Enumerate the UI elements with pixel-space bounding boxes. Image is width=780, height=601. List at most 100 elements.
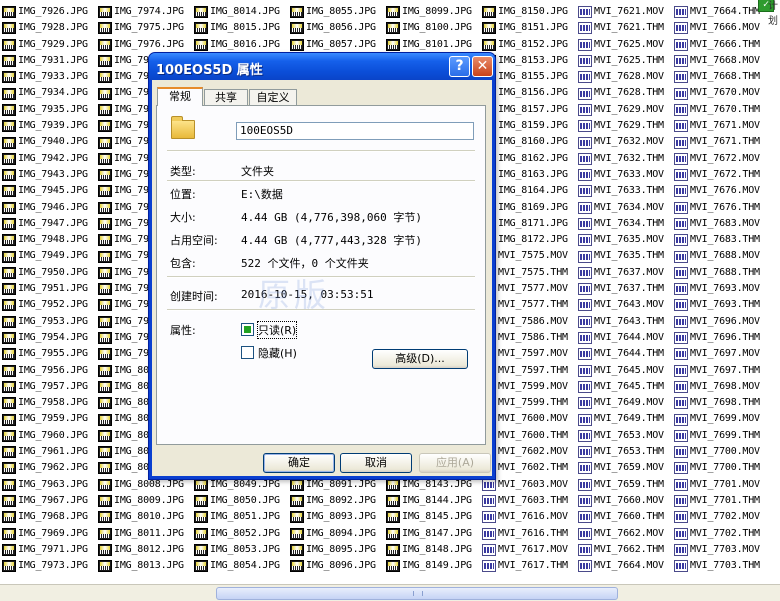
file-item[interactable]: IMG_8011.JPG: [98, 526, 194, 542]
file-item[interactable]: MVI_7659.MOV: [578, 460, 674, 476]
file-item[interactable]: MVI_7617.MOV: [482, 542, 578, 558]
file-item[interactable]: MVI_7635.MOV: [578, 232, 674, 248]
file-item[interactable]: MVI_7649.THM: [578, 411, 674, 427]
file-item[interactable]: MVI_7683.MOV: [674, 216, 770, 232]
file-item[interactable]: IMG_7976.JPG: [98, 37, 194, 53]
file-item[interactable]: IMG_8092.JPG: [290, 493, 386, 509]
file-item[interactable]: MVI_7625.THM: [578, 53, 674, 69]
file-item[interactable]: IMG_7955.JPG: [2, 346, 98, 362]
file-item[interactable]: MVI_7668.THM: [674, 69, 770, 85]
file-item[interactable]: MVI_7637.MOV: [578, 265, 674, 281]
hidden-checkbox[interactable]: [241, 346, 254, 359]
file-item[interactable]: MVI_7602.MOV: [482, 444, 578, 460]
file-item[interactable]: MVI_7660.MOV: [578, 493, 674, 509]
readonly-checkbox[interactable]: [241, 323, 254, 336]
file-item[interactable]: MVI_7599.THM: [482, 395, 578, 411]
file-item[interactable]: IMG_8057.JPG: [290, 37, 386, 53]
file-item[interactable]: MVI_7628.THM: [578, 85, 674, 101]
file-item[interactable]: IMG_7933.JPG: [2, 69, 98, 85]
file-item[interactable]: MVI_7603.MOV: [482, 477, 578, 493]
file-item[interactable]: IMG_7953.JPG: [2, 314, 98, 330]
file-item[interactable]: IMG_8100.JPG: [386, 20, 482, 36]
file-item[interactable]: MVI_7701.THM: [674, 493, 770, 509]
file-item[interactable]: MVI_7625.MOV: [578, 37, 674, 53]
file-item[interactable]: MVI_7602.THM: [482, 460, 578, 476]
file-item[interactable]: IMG_8056.JPG: [290, 20, 386, 36]
file-item[interactable]: IMG_8163.JPG: [482, 167, 578, 183]
file-item[interactable]: MVI_7696.MOV: [674, 314, 770, 330]
file-item[interactable]: MVI_7577.THM: [482, 297, 578, 313]
file-item[interactable]: MVI_7616.THM: [482, 526, 578, 542]
file-item[interactable]: MVI_7698.MOV: [674, 379, 770, 395]
file-item[interactable]: IMG_7948.JPG: [2, 232, 98, 248]
file-item[interactable]: IMG_8010.JPG: [98, 509, 194, 525]
file-item[interactable]: MVI_7629.MOV: [578, 102, 674, 118]
file-item[interactable]: IMG_8099.JPG: [386, 4, 482, 20]
file-item[interactable]: IMG_7974.JPG: [98, 4, 194, 20]
file-item[interactable]: IMG_8172.JPG: [482, 232, 578, 248]
file-item[interactable]: IMG_8145.JPG: [386, 509, 482, 525]
file-item[interactable]: MVI_7693.MOV: [674, 281, 770, 297]
file-item[interactable]: IMG_7942.JPG: [2, 151, 98, 167]
file-item[interactable]: IMG_8055.JPG: [290, 4, 386, 20]
file-item[interactable]: IMG_7961.JPG: [2, 444, 98, 460]
file-item[interactable]: IMG_7969.JPG: [2, 526, 98, 542]
file-item[interactable]: IMG_7952.JPG: [2, 297, 98, 313]
file-item[interactable]: IMG_7939.JPG: [2, 118, 98, 134]
file-item[interactable]: IMG_8095.JPG: [290, 542, 386, 558]
file-item[interactable]: MVI_7621.MOV: [578, 4, 674, 20]
file-item[interactable]: IMG_8171.JPG: [482, 216, 578, 232]
apply-button[interactable]: 应用(A): [419, 453, 491, 473]
file-item[interactable]: IMG_7940.JPG: [2, 134, 98, 150]
file-item[interactable]: MVI_7698.THM: [674, 395, 770, 411]
file-item[interactable]: IMG_7945.JPG: [2, 183, 98, 199]
cancel-button[interactable]: 取消: [340, 453, 412, 473]
file-item[interactable]: MVI_7628.MOV: [578, 69, 674, 85]
file-item[interactable]: MVI_7586.MOV: [482, 314, 578, 330]
file-item[interactable]: MVI_7597.THM: [482, 363, 578, 379]
file-item[interactable]: MVI_7662.MOV: [578, 526, 674, 542]
file-item[interactable]: IMG_7950.JPG: [2, 265, 98, 281]
file-item[interactable]: IMG_8147.JPG: [386, 526, 482, 542]
file-item[interactable]: MVI_7664.MOV: [578, 558, 674, 574]
file-item[interactable]: IMG_8164.JPG: [482, 183, 578, 199]
file-item[interactable]: MVI_7600.THM: [482, 428, 578, 444]
file-item[interactable]: MVI_7696.THM: [674, 330, 770, 346]
file-item[interactable]: IMG_7928.JPG: [2, 20, 98, 36]
tab-custom[interactable]: 自定义: [249, 89, 297, 105]
file-item[interactable]: IMG_7943.JPG: [2, 167, 98, 183]
file-item[interactable]: MVI_7632.MOV: [578, 134, 674, 150]
file-item[interactable]: MVI_7577.MOV: [482, 281, 578, 297]
file-item[interactable]: IMG_8101.JPG: [386, 37, 482, 53]
file-item[interactable]: IMG_7962.JPG: [2, 460, 98, 476]
file-item[interactable]: MVI_7688.MOV: [674, 248, 770, 264]
file-item[interactable]: IMG_8156.JPG: [482, 85, 578, 101]
file-item[interactable]: IMG_8159.JPG: [482, 118, 578, 134]
file-item[interactable]: MVI_7683.THM: [674, 232, 770, 248]
file-item[interactable]: IMG_8094.JPG: [290, 526, 386, 542]
file-item[interactable]: MVI_7575.MOV: [482, 248, 578, 264]
file-item[interactable]: MVI_7693.THM: [674, 297, 770, 313]
file-item[interactable]: IMG_8150.JPG: [482, 4, 578, 20]
file-item[interactable]: MVI_7643.THM: [578, 314, 674, 330]
file-item[interactable]: MVI_7634.THM: [578, 216, 674, 232]
file-item[interactable]: IMG_8169.JPG: [482, 200, 578, 216]
file-item[interactable]: MVI_7668.MOV: [674, 53, 770, 69]
file-item[interactable]: MVI_7629.THM: [578, 118, 674, 134]
file-item[interactable]: MVI_7633.THM: [578, 183, 674, 199]
file-item[interactable]: MVI_7653.MOV: [578, 428, 674, 444]
file-item[interactable]: MVI_7645.THM: [578, 379, 674, 395]
file-item[interactable]: IMG_8012.JPG: [98, 542, 194, 558]
advanced-button[interactable]: 高级(D)...: [372, 349, 468, 369]
file-item[interactable]: MVI_7700.THM: [674, 460, 770, 476]
file-item[interactable]: MVI_7632.THM: [578, 151, 674, 167]
file-item[interactable]: IMG_7968.JPG: [2, 509, 98, 525]
file-item[interactable]: MVI_7688.THM: [674, 265, 770, 281]
hidden-label[interactable]: 隐藏(H): [258, 345, 297, 361]
file-item[interactable]: IMG_8054.JPG: [194, 558, 290, 574]
file-item[interactable]: IMG_7963.JPG: [2, 477, 98, 493]
file-item[interactable]: MVI_7634.MOV: [578, 200, 674, 216]
file-item[interactable]: MVI_7635.THM: [578, 248, 674, 264]
file-item[interactable]: MVI_7649.MOV: [578, 395, 674, 411]
file-item[interactable]: MVI_7671.MOV: [674, 118, 770, 134]
